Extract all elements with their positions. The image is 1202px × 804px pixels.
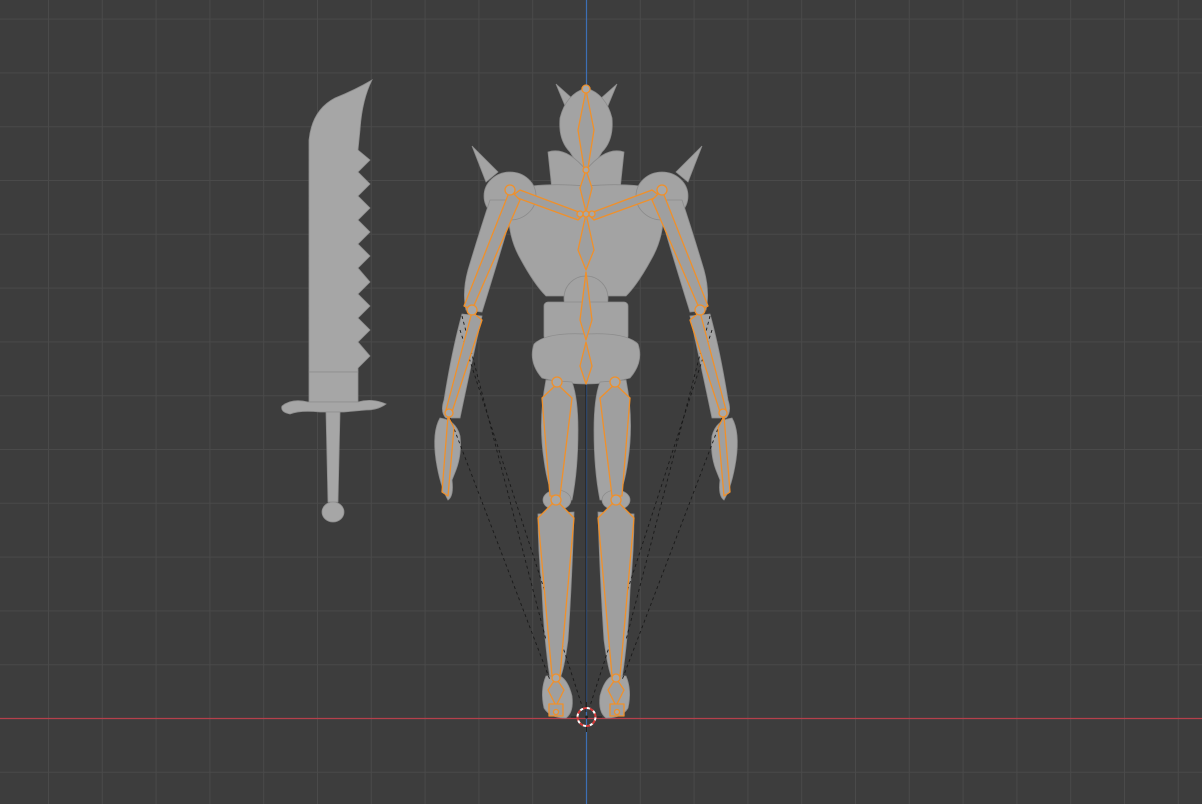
3d-viewport[interactable]	[0, 0, 1202, 804]
viewport-canvas[interactable]	[0, 0, 1202, 804]
